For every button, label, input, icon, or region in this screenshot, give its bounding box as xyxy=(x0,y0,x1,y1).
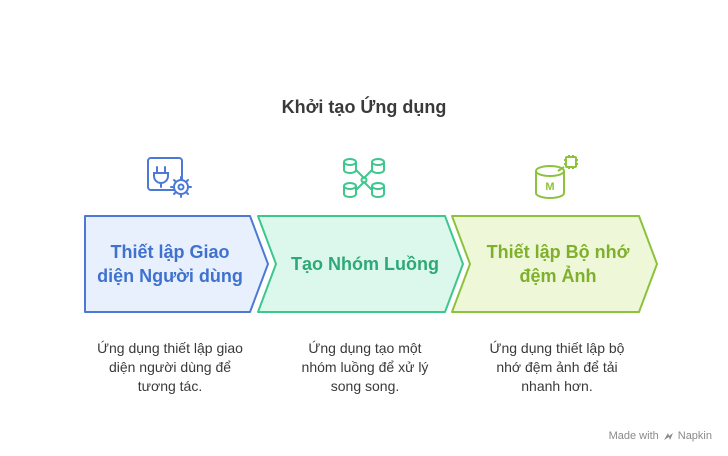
step-3-description: Ứng dụng thiết lập bộ nhớ đệm ảnh để tải… xyxy=(489,340,625,394)
step-1-label: Thiết lập Giao diện Người dùng xyxy=(97,242,243,286)
step-1-description: Ứng dụng thiết lập giao diện người dùng … xyxy=(97,340,243,394)
napkin-logo-icon xyxy=(663,432,673,440)
footer: Made with Napkin xyxy=(609,430,712,442)
step-3-label: Thiết lập Bộ nhớ đệm Ảnh xyxy=(486,242,630,286)
step-2-description: Ứng dụng tạo một nhóm luồng để xử lý son… xyxy=(301,340,429,394)
step-2-label: Tạo Nhóm Luồng xyxy=(291,254,439,274)
footer-made-with: Made with xyxy=(608,430,659,442)
footer-brand: Napkin xyxy=(677,430,712,442)
